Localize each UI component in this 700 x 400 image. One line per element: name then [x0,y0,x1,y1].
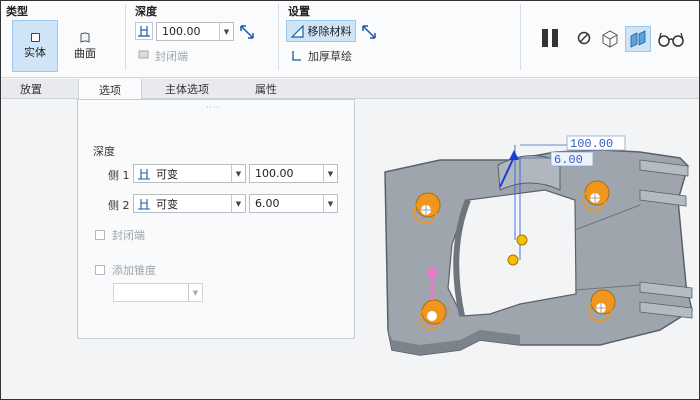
no-preview-icon [577,31,591,45]
chevron-down-icon[interactable]: ▼ [323,195,337,212]
chevron-down-icon[interactable]: ▼ [323,165,337,182]
add-taper-checkbox[interactable] [95,265,105,275]
close-ends-label: 封闭端 [155,50,188,63]
side1-depth-type-select[interactable]: 可变 ▼ [133,164,246,183]
chevron-down-icon[interactable]: ▼ [231,165,245,182]
depth-value-combo[interactable]: 100.00 ▼ [156,22,234,41]
pause-button[interactable] [538,26,562,50]
divider [278,4,279,70]
blind-depth-icon [138,198,150,210]
flip-depth-button[interactable] [237,22,256,41]
ribbon: 类型 实体 曲面 深度 100.00 ▼ 封闭端 设置 移除材料 加厚草绘 [0,0,700,78]
sketch-tag: 1 [446,309,453,323]
drag-handle[interactable]: ···· [206,103,220,112]
add-taper-label: 添加锥度 [112,264,156,277]
side2-depth-type: 可变 [156,197,178,211]
tab-placement-label: 放置 [20,83,42,96]
feature-preview-button[interactable] [625,26,651,52]
close-ends-checkbox[interactable] [95,230,105,240]
depth-group: 深度 100.00 ▼ 封闭端 [129,0,274,78]
remove-material-label: 移除材料 [307,25,352,38]
options-panel: ···· 深度 侧 1 可变 ▼ 100.00 ▼ 侧 2 可变 ▼ 6.00 … [77,99,355,339]
tab-body-options-label: 主体选项 [165,83,209,96]
side1-label: 侧 1 [108,169,130,182]
part-model [384,149,693,356]
divider [520,4,521,70]
close-ends-icon [137,48,149,60]
pause-icon [542,29,558,47]
tab-bar: 放置 选项 主体选项 属性 [0,79,700,100]
side1-value-combo[interactable]: 100.00 ▼ [249,164,338,183]
type-group: 类型 实体 曲面 [0,0,122,78]
depth-group-title: 深度 [135,5,157,18]
preview-geometry-button[interactable] [598,26,622,50]
surface-button[interactable]: 曲面 [62,20,108,72]
model-viewport[interactable]: 100.00 6.00 1 [355,100,698,398]
depth-dimension-100[interactable]: 100.00 [570,137,613,151]
tab-options[interactable]: 选项 [78,79,142,100]
flip-material-button[interactable] [359,22,378,41]
tab-options-label: 选项 [99,83,121,97]
taper-angle-combo[interactable]: ▼ [113,283,203,302]
tab-properties-label: 属性 [255,83,277,96]
surface-icon [80,32,90,43]
side2-label: 侧 2 [108,199,130,212]
side1-value: 100.00 [255,167,294,180]
feature-preview-icon [630,30,646,48]
type-group-title: 类型 [6,5,28,18]
glasses-icon [658,32,684,47]
blind-depth-icon [138,26,150,37]
thicken-icon[interactable] [290,49,302,61]
tab-properties[interactable]: 属性 [234,79,298,99]
wireframe-preview-icon [602,30,618,48]
depth-value: 100.00 [162,25,201,38]
solid-icon [30,32,40,42]
no-preview-button[interactable] [574,28,594,48]
verify-button[interactable] [656,28,686,50]
side1-depth-type: 可变 [156,167,178,181]
flip-side-icon [361,24,376,39]
side2-value: 6.00 [255,197,280,210]
solid-button[interactable]: 实体 [12,20,58,72]
remove-material-button[interactable]: 移除材料 [286,20,356,42]
depth-heading: 深度 [93,145,115,158]
flip-direction-icon [239,24,254,39]
side2-depth-type-select[interactable]: 可变 ▼ [133,194,246,213]
solid-label: 实体 [24,45,46,59]
settings-group-title: 设置 [288,5,310,18]
remove-material-icon [290,24,304,38]
divider [125,4,126,70]
depth-dimension-6[interactable]: 6.00 [554,153,583,167]
tab-body-options[interactable]: 主体选项 [150,79,224,99]
chevron-down-icon[interactable]: ▼ [219,23,233,40]
chevron-down-icon[interactable]: ▼ [188,284,202,301]
chevron-down-icon[interactable]: ▼ [231,195,245,212]
depth-type-button[interactable] [135,22,153,40]
blind-depth-icon [138,168,150,180]
close-ends-option-label: 封闭端 [112,229,145,242]
settings-group: 设置 移除材料 加厚草绘 [282,0,522,78]
tab-placement[interactable]: 放置 [0,79,62,99]
side2-value-combo[interactable]: 6.00 ▼ [249,194,338,213]
surface-label: 曲面 [74,47,96,60]
thicken-sketch-label[interactable]: 加厚草绘 [308,48,352,64]
